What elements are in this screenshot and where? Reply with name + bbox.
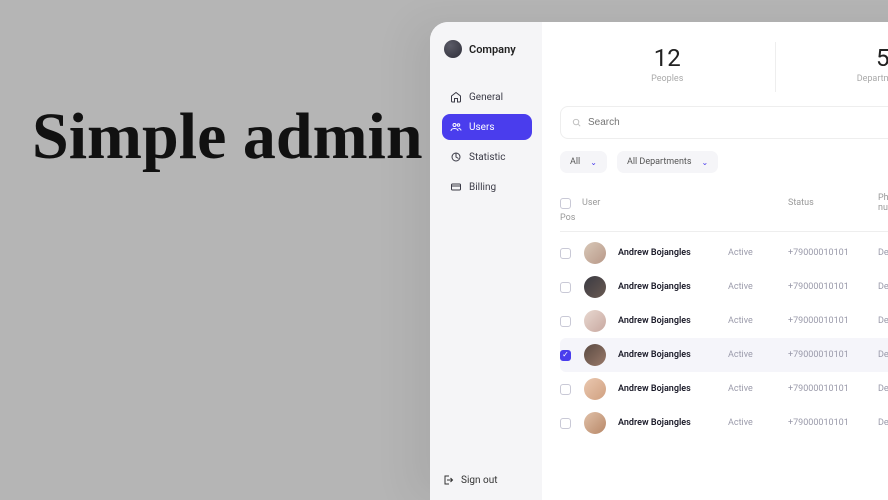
user-name: Andrew Bojangles <box>618 350 728 360</box>
users-icon <box>450 121 462 133</box>
filters-row: All ⌄ All Departments ⌄ <box>560 151 888 173</box>
billing-icon <box>450 181 462 193</box>
row-checkbox[interactable] <box>560 248 571 259</box>
user-phone: +79000010101 <box>788 384 878 394</box>
user-position: Desi <box>878 316 888 326</box>
app-window: Company General Users Statistic <box>430 22 888 500</box>
user-phone: +79000010101 <box>788 282 878 292</box>
user-phone: +79000010101 <box>788 418 878 428</box>
filter-label: All Departments <box>627 157 692 167</box>
brand-name: Company <box>469 43 516 56</box>
table-row[interactable]: Andrew BojanglesActive+79000010101Desi <box>560 372 888 406</box>
stat-departments: 5 Departments <box>776 42 888 92</box>
sidebar-item-users[interactable]: Users <box>442 114 532 140</box>
avatar <box>584 412 606 434</box>
stat-label: Departments <box>786 74 888 84</box>
table-body: Andrew BojanglesActive+79000010101DesiAn… <box>560 236 888 440</box>
user-position: Desi <box>878 418 888 428</box>
user-status: Active <box>728 316 788 326</box>
user-status: Active <box>728 384 788 394</box>
th-user: User <box>580 198 728 208</box>
brand-logo <box>444 40 462 58</box>
search-box[interactable] <box>560 106 888 139</box>
sidebar-item-billing[interactable]: Billing <box>442 174 532 200</box>
row-checkbox[interactable]: ✓ <box>560 350 571 361</box>
sidebar-item-statistic[interactable]: Statistic <box>442 144 532 170</box>
avatar <box>584 242 606 264</box>
home-icon <box>450 91 462 103</box>
filter-department[interactable]: All Departments ⌄ <box>617 151 718 173</box>
select-all-checkbox[interactable] <box>560 198 571 209</box>
user-phone: +79000010101 <box>788 248 878 258</box>
stat-peoples: 12 Peoples <box>560 42 776 92</box>
user-name: Andrew Bojangles <box>618 418 728 428</box>
sidebar: Company General Users Statistic <box>430 22 542 500</box>
user-status: Active <box>728 418 788 428</box>
user-phone: +79000010101 <box>788 316 878 326</box>
user-name: Andrew Bojangles <box>618 248 728 258</box>
stats-row: 12 Peoples 5 Departments <box>560 42 888 92</box>
row-checkbox[interactable] <box>560 282 571 293</box>
user-status: Active <box>728 282 788 292</box>
th-phone: Phone number <box>878 193 888 213</box>
table-row[interactable]: Andrew BojanglesActive+79000010101Desi <box>560 270 888 304</box>
row-checkbox[interactable] <box>560 384 571 395</box>
stat-value: 12 <box>570 44 765 72</box>
th-position: Pos <box>560 213 580 223</box>
user-status: Active <box>728 350 788 360</box>
statistic-icon <box>450 151 462 163</box>
user-name: Andrew Bojangles <box>618 282 728 292</box>
sidebar-item-label: Users <box>469 122 495 133</box>
sidebar-item-label: General <box>469 92 503 103</box>
user-position: Desi <box>878 248 888 258</box>
sign-out-label: Sign out <box>461 475 497 486</box>
user-position: Desi <box>878 384 888 394</box>
stat-value: 5 <box>786 44 888 72</box>
user-position: Desi <box>878 282 888 292</box>
search-icon <box>571 113 582 132</box>
sidebar-item-label: Statistic <box>469 152 505 163</box>
stat-label: Peoples <box>570 74 765 84</box>
user-status: Active <box>728 248 788 258</box>
table-row[interactable]: ✓ Andrew BojanglesActive+79000010101Desi <box>560 338 888 372</box>
user-position: Desi <box>878 350 888 360</box>
user-name: Andrew Bojangles <box>618 316 728 326</box>
avatar <box>584 344 606 366</box>
avatar <box>584 378 606 400</box>
filter-label: All <box>570 157 580 167</box>
table-row[interactable]: Andrew BojanglesActive+79000010101Desi <box>560 406 888 440</box>
filter-status[interactable]: All ⌄ <box>560 151 607 173</box>
chevron-down-icon: ⌄ <box>702 158 709 167</box>
user-name: Andrew Bojangles <box>618 384 728 394</box>
user-phone: +79000010101 <box>788 350 878 360</box>
table-row[interactable]: Andrew BojanglesActive+79000010101Desi <box>560 236 888 270</box>
signout-icon <box>442 474 454 486</box>
chevron-down-icon: ⌄ <box>590 158 597 167</box>
sidebar-item-general[interactable]: General <box>442 84 532 110</box>
th-status: Status <box>788 198 878 208</box>
brand[interactable]: Company <box>442 40 532 58</box>
sidebar-nav: General Users Statistic Billing <box>442 84 532 200</box>
search-input[interactable] <box>588 117 888 128</box>
sign-out-button[interactable]: Sign out <box>442 474 497 486</box>
row-checkbox[interactable] <box>560 418 571 429</box>
sidebar-item-label: Billing <box>469 182 496 193</box>
row-checkbox[interactable] <box>560 316 571 327</box>
table-row[interactable]: Andrew BojanglesActive+79000010101Desi <box>560 304 888 338</box>
avatar <box>584 310 606 332</box>
table-header: User Status Phone number Pos <box>560 187 888 232</box>
avatar <box>584 276 606 298</box>
main-content: 12 Peoples 5 Departments All ⌄ All Depar… <box>542 22 888 500</box>
